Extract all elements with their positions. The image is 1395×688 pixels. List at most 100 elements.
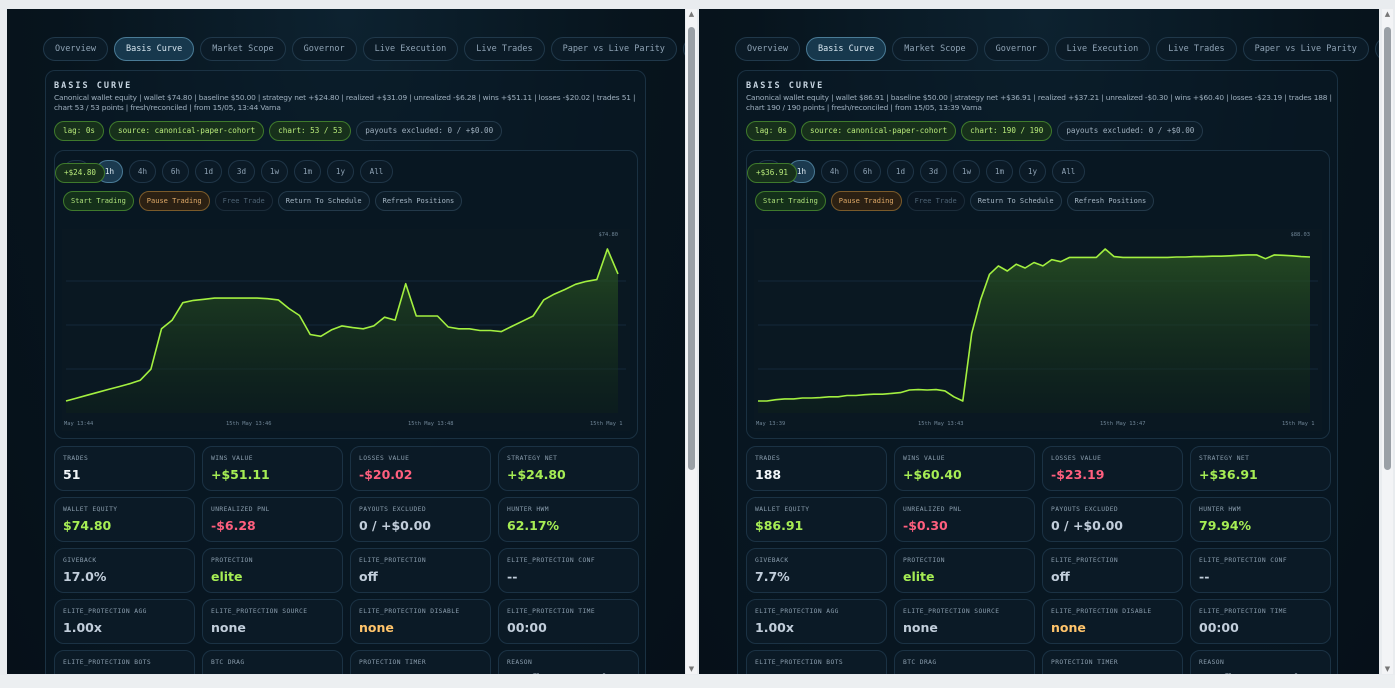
stat-value: off xyxy=(1051,569,1070,584)
stat-card-trades: TRADES 51 xyxy=(54,446,195,491)
stat-value: 7.7% xyxy=(755,569,790,584)
card-title: BASIS CURVE xyxy=(54,81,133,91)
scroll-up-arrow-icon[interactable]: ▲ xyxy=(686,10,697,18)
tab-live-trades[interactable]: Live Trades xyxy=(464,37,545,61)
source-badge: source: canonical-paper-cohort xyxy=(801,121,957,141)
stat-label: ELITE_PROTECTION SOURCE xyxy=(903,608,1000,615)
scroll-down-arrow-icon[interactable]: ▼ xyxy=(686,665,697,673)
stat-label: ELITE_PROTECTION xyxy=(359,557,427,564)
tab-market-scope[interactable]: Market Scope xyxy=(200,37,286,61)
stat-label: ELITE_PROTECTION CONF xyxy=(507,557,596,564)
stat-label: PROTECTION xyxy=(903,557,945,564)
scrollbar-thumb[interactable] xyxy=(1384,27,1391,470)
range-1y[interactable]: 1y xyxy=(327,160,354,183)
stat-value: 51 xyxy=(63,467,81,482)
stat-label: WINS VALUE xyxy=(903,455,945,462)
stat-label: PROTECTION TIMER xyxy=(359,659,427,666)
scroll-up-arrow-icon[interactable]: ▲ xyxy=(1382,10,1393,18)
lag-badge: lag: 0s xyxy=(746,121,797,141)
range-1y[interactable]: 1y xyxy=(1019,160,1046,183)
stat-value: +$24.80 xyxy=(507,467,566,482)
stat-card-giveback: GIVEBACK 7.7% xyxy=(746,548,887,593)
range-3d[interactable]: 3d xyxy=(920,160,947,183)
scroll-down-arrow-icon[interactable]: ▼ xyxy=(1382,665,1393,673)
tab-live-execution[interactable]: Live Execution xyxy=(1054,37,1151,61)
tab-live-trades[interactable]: Live Trades xyxy=(1156,37,1237,61)
chart-panel: 3m1h4h6h1d3d1w1m1yAll +$24.80 Start Trad… xyxy=(54,150,638,439)
tab-overview[interactable]: Overview xyxy=(735,37,800,61)
range-1d[interactable]: 1d xyxy=(195,160,222,183)
stat-label: PAYOUTS EXCLUDED xyxy=(359,506,427,513)
pause-trading-button[interactable]: Pause Trading xyxy=(830,191,902,211)
stat-value: 0 xyxy=(63,671,186,674)
stat-card-strategy-net: STRATEGY NET +$24.80 xyxy=(498,446,639,491)
start-trading-button[interactable]: Start Trading xyxy=(63,191,134,211)
range-selector: 3m1h4h6h1d3d1w1m1yAll xyxy=(755,160,1085,183)
pause-trading-button[interactable]: Pause Trading xyxy=(138,191,210,211)
stat-label: ELITE_PROTECTION TIME xyxy=(1199,608,1288,615)
range-1m[interactable]: 1m xyxy=(986,160,1013,183)
tab-basis-curve[interactable]: Basis Curve xyxy=(805,37,887,61)
stat-value: 17.0% xyxy=(63,569,107,584)
tab-stre[interactable]: Stre xyxy=(682,37,685,61)
stat-value: 00:00 xyxy=(507,620,547,635)
stat-label: PROTECTION TIMER xyxy=(1051,659,1119,666)
stat-card-protection: PROTECTION elite xyxy=(202,548,343,593)
stat-label: WALLET EQUITY xyxy=(63,506,118,513)
stat-card-reason: REASON profit protection xyxy=(1190,650,1331,674)
stat-label: GIVEBACK xyxy=(755,557,789,564)
range-6h[interactable]: 6h xyxy=(162,160,189,183)
stat-card-elite-protection: ELITE_PROTECTION off xyxy=(1042,548,1183,593)
stat-card-strategy-net: STRATEGY NET +$36.91 xyxy=(1190,446,1331,491)
stat-value: off xyxy=(359,569,378,584)
range-4h[interactable]: 4h xyxy=(821,160,848,183)
range-1w[interactable]: 1w xyxy=(953,160,980,183)
tab-overview[interactable]: Overview xyxy=(43,37,108,61)
range-1d[interactable]: 1d xyxy=(887,160,914,183)
range-4h[interactable]: 4h xyxy=(129,160,156,183)
stat-card-btc-drag: BTC DRAG no xyxy=(202,650,343,674)
tab-paper-vs-live-parity[interactable]: Paper vs Live Parity xyxy=(1242,37,1369,61)
refresh-positions-button[interactable]: Refresh Positions xyxy=(374,191,463,211)
start-trading-button[interactable]: Start Trading xyxy=(755,191,826,211)
range-all[interactable]: All xyxy=(360,160,393,183)
tab-governor[interactable]: Governor xyxy=(983,37,1049,61)
source-badge: source: canonical-paper-cohort xyxy=(109,121,265,141)
stat-card-trades: TRADES 188 xyxy=(746,446,887,491)
tab-stre[interactable]: Stre xyxy=(1374,37,1379,61)
stat-card-elite-protection-bots: ELITE_PROTECTION BOTS 0 xyxy=(746,650,887,674)
stat-card-elite-protection-conf: ELITE_PROTECTION CONF -- xyxy=(1190,548,1331,593)
range-1w[interactable]: 1w xyxy=(261,160,288,183)
x-tick-label: May 13:39 xyxy=(756,421,785,427)
stat-value: $74.80 xyxy=(63,518,112,533)
tab-paper-vs-live-parity[interactable]: Paper vs Live Parity xyxy=(550,37,677,61)
scrollbar-thumb[interactable] xyxy=(688,27,695,470)
chart-points-badge: chart: 190 / 190 xyxy=(961,121,1053,141)
stat-card-elite-protection-source: ELITE_PROTECTION SOURCE none xyxy=(202,599,343,644)
chart-points-badge: chart: 53 / 53 xyxy=(269,121,352,141)
tab-governor[interactable]: Governor xyxy=(291,37,357,61)
stat-card-protection: PROTECTION elite xyxy=(894,548,1035,593)
range-1m[interactable]: 1m xyxy=(294,160,321,183)
range-6h[interactable]: 6h xyxy=(854,160,881,183)
tab-basis-curve[interactable]: Basis Curve xyxy=(113,37,195,61)
range-all[interactable]: All xyxy=(1052,160,1085,183)
status-pills: lag: 0s source: canonical-paper-cohort c… xyxy=(746,121,1204,141)
tab-market-scope[interactable]: Market Scope xyxy=(892,37,978,61)
stat-card-elite-protection-conf: ELITE_PROTECTION CONF -- xyxy=(498,548,639,593)
stat-label: UNREALIZED PNL xyxy=(211,506,270,513)
stat-label: BTC DRAG xyxy=(211,659,245,666)
scrollbar-left[interactable]: ▲ ▼ xyxy=(686,9,697,674)
return-to-schedule-button[interactable]: Return To Schedule xyxy=(277,191,370,211)
refresh-positions-button[interactable]: Refresh Positions xyxy=(1066,191,1155,211)
dashboard-pane-left: Overview Basis Curve Market Scope Governor L… xyxy=(7,9,685,674)
stat-card-unrealized-pnl: UNREALIZED PNL -$0.30 xyxy=(894,497,1035,542)
scrollbar-right[interactable]: ▲ ▼ xyxy=(1382,9,1393,674)
stat-label: REASON xyxy=(1199,659,1225,666)
tab-live-execution[interactable]: Live Execution xyxy=(362,37,459,61)
stat-card-payouts-excluded: PAYOUTS EXCLUDED 0 / +$0.00 xyxy=(1042,497,1183,542)
range-3d[interactable]: 3d xyxy=(228,160,255,183)
stat-label: TRADES xyxy=(63,455,89,462)
return-to-schedule-button[interactable]: Return To Schedule xyxy=(969,191,1062,211)
horizontal-scrollbar[interactable] xyxy=(0,675,1395,688)
